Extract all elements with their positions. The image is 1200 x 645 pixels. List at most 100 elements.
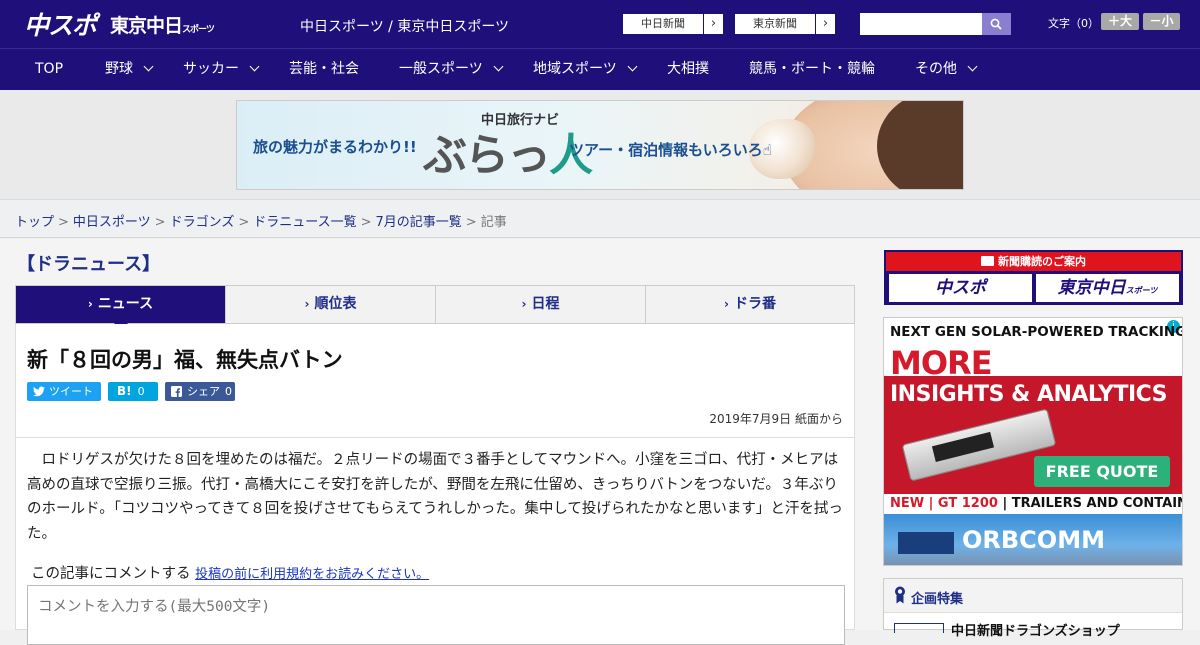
search-button[interactable] [982,13,1011,35]
ad-line-4: NEW | GT 1200 | TRAILERS AND CONTAINERS [884,494,1182,514]
tab-label: ニュース [97,296,154,312]
nav-item-general-sports[interactable]: 一般スポーツ [399,49,504,90]
banner-area: 旅の魅力がまるわかり!! 中日旅行ナビ ぶらっ人 ツアー・宿泊情報もいろいろ☝ [0,90,1200,200]
ad-line-3: INSIGHTS & ANALYTICS [890,382,1168,407]
breadcrumb-link-dragons[interactable]: ドラゴンズ [170,215,235,230]
article-date: 2019年7月9日 紙面から [709,412,843,426]
subscription-header-label: 新聞購読のご案内 [998,255,1086,268]
chevron-down-icon [627,61,638,72]
search-icon [990,18,1002,30]
main-content: 【ドラニュース】 › ニュース › 順位表 › 日程 › ドラ番 新「８回の男」福、無失… [0,239,1200,645]
facebook-icon [171,382,182,403]
tokyo-shimbun-label: 東京新聞 [753,17,797,30]
nav-item-keiba-boat-keirin[interactable]: 競馬・ボート・競輪 [749,49,875,90]
chevron-right-icon: › [724,297,729,311]
nav-item-label: 芸能・社会 [289,61,359,77]
subscription-header: 新聞購読のご案内 [886,252,1181,271]
nav-item-local-sports[interactable]: 地域スポーツ [533,49,638,90]
breadcrumb: トップ > 中日スポーツ > ドラゴンズ > ドラニュース一覧 >7月の記事一覧 > 記事 [0,200,1200,238]
nav-item-top[interactable]: TOP [35,49,63,90]
site-header: 中スポ 東京中日スポーツ 中日スポーツ / 東京中日スポーツ 中日新聞 › 東京… [0,0,1200,48]
newspaper-subscription-box: 新聞購読のご案内 中スポ 東京中日スポーツ [884,250,1183,305]
comment-input[interactable] [27,585,845,645]
ad-line-4-new: NEW | GT 1200 [890,496,998,511]
newspaper-icon [981,256,994,266]
article: 新「８回の男」福、無失点バトン ツイート B! 0 シェア 0 2019年7月9日 … [15,324,855,645]
tab-label: 順位表 [314,296,357,312]
comment-section-label: この記事にコメントする 投稿の前に利用規約をお読みください。 [31,562,429,583]
breadcrumb-separator: > [58,215,69,230]
tab-schedule[interactable]: › 日程 [436,286,646,323]
nav-item-baseball[interactable]: 野球 [105,49,154,90]
chunichi-shimbun-link[interactable]: 中日新聞 › [622,13,724,35]
breadcrumb-link-dra-news-list[interactable]: ドラニュース一覧 [253,215,356,230]
chevron-down-icon [249,61,260,72]
banner-logo-part-a: ぶらっ [423,130,551,181]
banner-right-text: ツアー・宿泊情報もいろいろ☝ [569,141,772,159]
font-bigger-button[interactable]: ＋大 [1101,13,1139,30]
chevron-down-icon [493,61,504,72]
tweet-button[interactable]: ツイート [27,382,101,401]
nav-item-label: 地域スポーツ [533,61,617,77]
nav-item-label: その他 [915,61,957,77]
nav-item-label: 大相撲 [667,61,709,77]
subscribe-tokyo-chunichi-link[interactable]: 東京中日スポーツ [1036,274,1179,302]
chevron-right-icon: › [815,14,835,34]
divider [16,437,854,438]
chevron-right-icon: › [521,297,527,311]
nav-item-soccer[interactable]: サッカー [183,49,260,90]
feature-box: 企画特集 中日新聞ドラゴンズショップ [883,578,1183,639]
tab-news[interactable]: › ニュース [16,286,226,331]
breadcrumb-separator: > [360,215,372,230]
chevron-right-icon: › [304,297,310,311]
site-name: 中日スポーツ / 東京中日スポーツ [300,19,510,35]
breadcrumb-link-top[interactable]: トップ [15,215,54,230]
chunichi-shimbun-label: 中日新聞 [641,17,685,30]
tokyo-shimbun-link[interactable]: 東京新聞 › [734,13,836,35]
feature-header: 企画特集 [884,579,1182,613]
facebook-share-label: シェア [187,385,220,398]
font-smaller-button[interactable]: －小 [1143,13,1180,30]
tab-standings[interactable]: › 順位表 [226,286,436,323]
chevron-right-icon: › [703,14,723,34]
subscribe-tokyo-chunichi-text: 東京中日 [1057,278,1126,298]
ad-free-quote-button[interactable]: FREE QUOTE [1034,456,1170,487]
chevron-down-icon [967,61,978,72]
feature-header-label: 企画特集 [911,592,964,607]
breadcrumb-separator: > [154,215,166,230]
travel-navi-banner-ad[interactable]: 旅の魅力がまるわかり!! 中日旅行ナビ ぶらっ人 ツアー・宿泊情報もいろいろ☝ [236,100,964,190]
breadcrumb-link-chunichi-sports[interactable]: 中日スポーツ [73,215,151,230]
feature-item-thumbnail[interactable] [894,623,944,633]
main-nav: TOP 野球 サッカー 芸能・社会 一般スポーツ 地域スポーツ 大相撲 競馬・ボ… [0,48,1200,90]
font-size-label: 文字（0） [1048,17,1099,30]
hatena-bookmark-button[interactable]: B! 0 [108,382,158,401]
tokyo-chunichi-logo-text: 東京中日 [110,15,183,37]
subscribe-chunichi-sports-link[interactable]: 中スポ [889,274,1032,302]
nav-item-entertainment[interactable]: 芸能・社会 [289,49,359,90]
banner-left-text: 旅の魅力がまるわかり!! [253,138,417,156]
nav-item-sumo[interactable]: 大相撲 [667,49,709,90]
ad-brand-name: ORBCOMM [962,526,1105,554]
hatena-icon: B! [117,384,132,398]
nav-item-other[interactable]: その他 [915,49,978,90]
ribbon-icon [895,586,905,604]
orbcomm-display-ad[interactable]: i NEXT GEN SOLAR-POWERED TRACKING MORE I… [883,317,1183,566]
facebook-share-button[interactable]: シェア 0 [165,382,235,401]
article-body: ロドリゲスが欠けた８回を埋めたのは福だ。２点リードの場面で３番手としてマウンドへ… [27,452,843,542]
ad-line-1: NEXT GEN SOLAR-POWERED TRACKING [890,324,1183,340]
twitter-icon [33,382,45,403]
breadcrumb-link-july-articles[interactable]: 7月の記事一覧 [376,215,462,230]
article-headline: 新「８回の男」福、無失点バトン [27,348,343,372]
comment-label: この記事にコメントする [31,566,191,582]
tokyo-chunichi-sports-logo[interactable]: 東京中日スポーツ [110,11,215,38]
breadcrumb-separator: > [238,215,250,230]
comment-terms-link[interactable]: 投稿の前に利用規約をお読みください。 [195,567,429,582]
ad-brand-strip: ORBCOMM [884,514,1182,565]
chunichi-sports-logo[interactable]: 中スポ [24,6,97,42]
nav-item-label: サッカー [183,61,239,77]
search-input[interactable] [860,13,982,35]
ad-line-4-rest: | TRAILERS AND CONTAINERS [1002,496,1182,511]
tab-dora-ban[interactable]: › ドラ番 [646,286,854,323]
nav-item-label: 一般スポーツ [399,61,483,77]
nav-item-label: 競馬・ボート・競輪 [749,61,875,77]
